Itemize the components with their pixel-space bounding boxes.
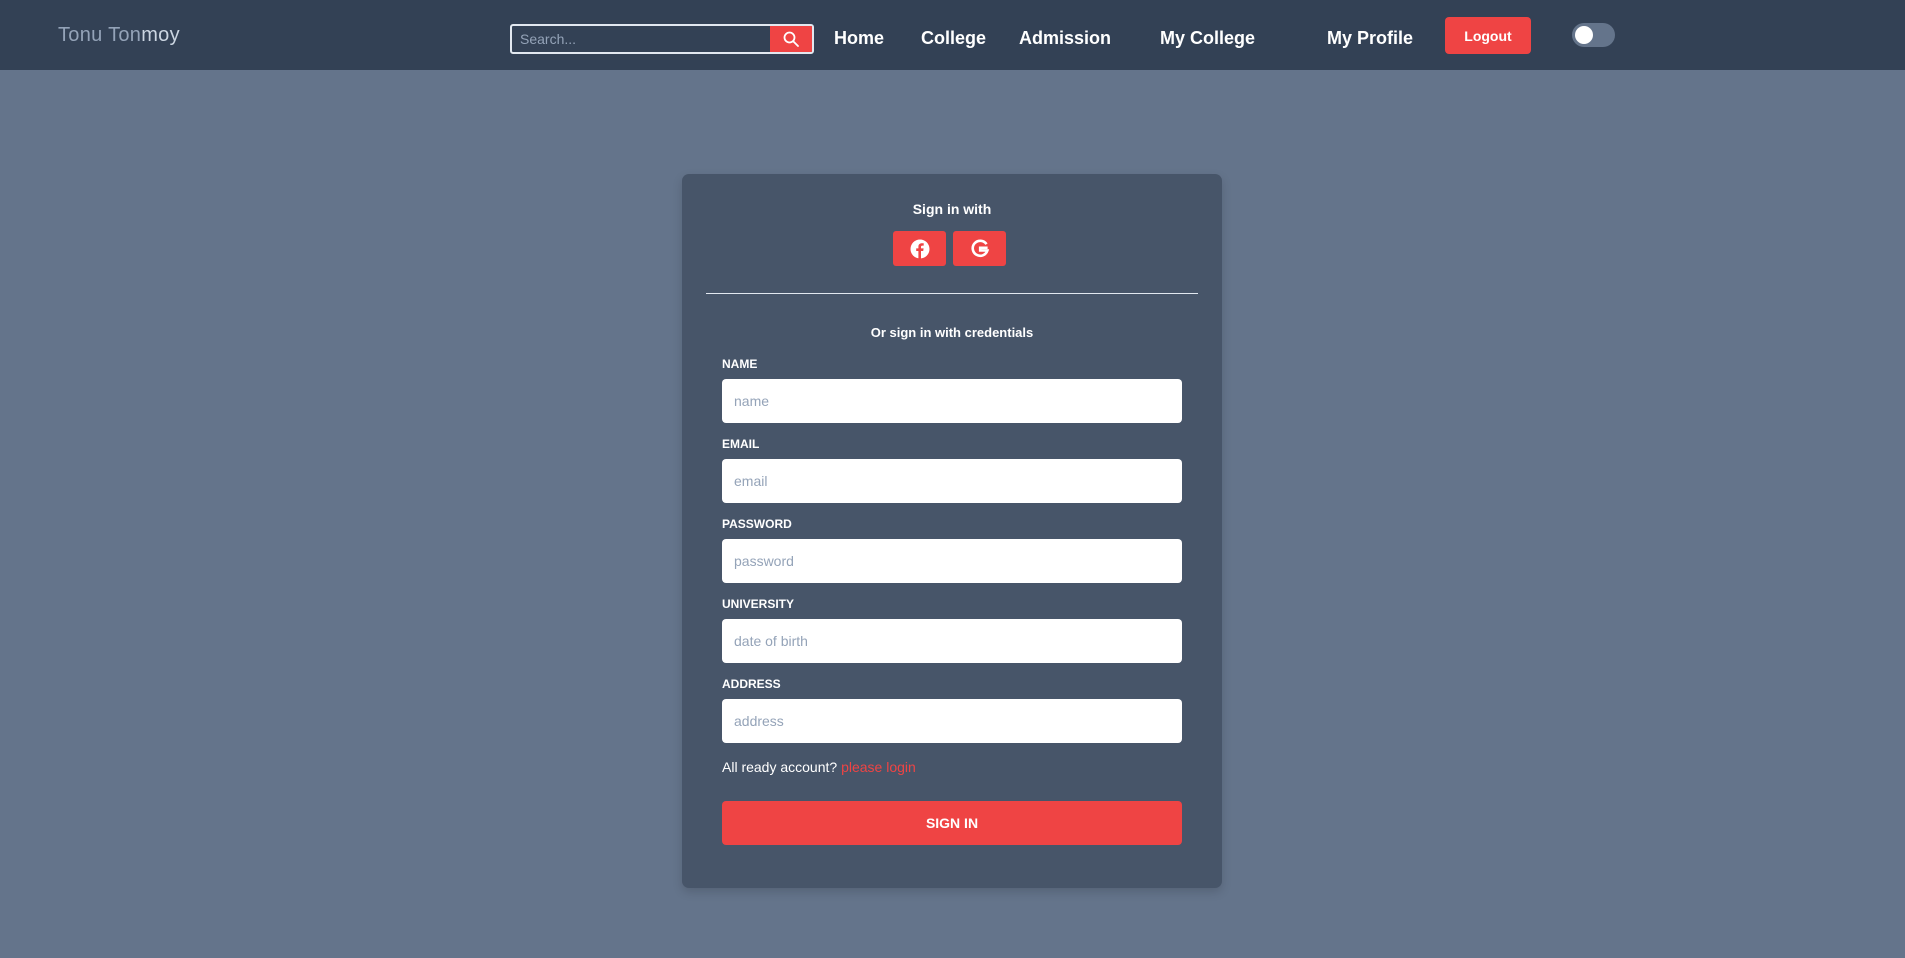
password-label: PASSWORD	[722, 517, 792, 531]
brand-text-part2: moy	[141, 24, 180, 46]
signin-button[interactable]: SIGN IN	[722, 801, 1182, 845]
credentials-subtitle: Or sign in with credentials	[870, 325, 1034, 340]
password-input[interactable]	[722, 539, 1182, 583]
logout-button[interactable]: Logout	[1445, 17, 1531, 54]
top-navbar: Tonu Tonmoy Home College Admission My Co…	[0, 0, 1905, 70]
nav-link-my-college[interactable]: My College	[1160, 28, 1255, 49]
search-input[interactable]	[512, 26, 770, 52]
account-text: All ready account?	[722, 759, 838, 775]
theme-toggle[interactable]	[1572, 23, 1615, 47]
card-title: Sign in with	[912, 201, 992, 217]
google-button[interactable]	[953, 231, 1006, 266]
search-button[interactable]	[770, 26, 812, 52]
brand-text-part1: Tonu Ton	[58, 24, 142, 46]
name-label: NAME	[722, 357, 758, 371]
search-icon	[783, 31, 799, 47]
nav-link-admission[interactable]: Admission	[1019, 28, 1111, 49]
nav-link-my-profile[interactable]: My Profile	[1327, 28, 1413, 49]
facebook-button[interactable]	[893, 231, 946, 266]
brand-logo[interactable]: Tonu Tonmoy	[58, 24, 180, 47]
nav-link-college[interactable]: College	[921, 28, 986, 49]
address-input[interactable]	[722, 699, 1182, 743]
account-prompt: All ready account? please login	[722, 759, 916, 775]
name-input[interactable]	[722, 379, 1182, 423]
divider	[706, 293, 1198, 294]
university-input[interactable]	[722, 619, 1182, 663]
email-input[interactable]	[722, 459, 1182, 503]
nav-link-home[interactable]: Home	[834, 28, 884, 49]
login-link[interactable]: please login	[841, 759, 916, 775]
email-label: EMAIL	[722, 437, 760, 451]
search-bar	[510, 24, 814, 54]
signin-card: Sign in with Or sign in with credentials…	[682, 174, 1222, 888]
toggle-knob	[1575, 26, 1593, 44]
google-icon	[971, 239, 989, 257]
university-label: UNIVERSITY	[722, 597, 795, 611]
address-label: ADDRESS	[722, 677, 781, 691]
facebook-icon	[910, 239, 929, 258]
